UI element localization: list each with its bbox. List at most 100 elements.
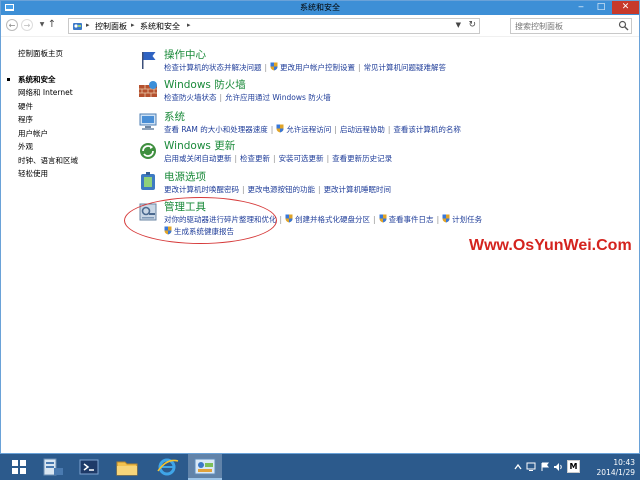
- computer-icon[interactable]: [137, 111, 159, 133]
- task-link[interactable]: 检查更新: [240, 154, 270, 163]
- task-link[interactable]: 检查计算机的状态并解决问题: [164, 63, 262, 72]
- task-link[interactable]: 查看该计算机的名称: [393, 125, 461, 134]
- start-button[interactable]: [2, 454, 36, 480]
- link-divider: |: [326, 154, 330, 163]
- sidebar-item-system-security[interactable]: 系统和安全: [7, 73, 123, 87]
- link-divider: |: [270, 125, 274, 134]
- task-link[interactable]: 允许远程访问: [286, 125, 331, 134]
- forward-button[interactable]: →: [21, 19, 33, 31]
- link-divider: |: [264, 63, 268, 72]
- task-link[interactable]: 检查防火墙状态: [164, 93, 217, 102]
- input-method-indicator[interactable]: M: [567, 460, 580, 473]
- breadcrumb-control-panel[interactable]: 控制面板: [95, 21, 127, 32]
- link-divider: |: [387, 125, 391, 134]
- clock[interactable]: 10:43 2014/1/29: [589, 458, 635, 478]
- up-button[interactable]: ↑: [46, 19, 58, 31]
- taskbar-internet-explorer[interactable]: [150, 454, 184, 480]
- breadcrumb-system-security[interactable]: 系统和安全: [140, 21, 180, 32]
- internet-explorer-icon: [157, 458, 179, 476]
- link-divider: |: [436, 215, 440, 224]
- category-links: 检查计算机的状态并解决问题 | 更改用户帐户控制设置 | 常见计算机问题疑难解答: [164, 62, 640, 74]
- control-panel-icon: [73, 23, 82, 30]
- link-divider: |: [273, 154, 276, 163]
- task-link[interactable]: 查看事件日志: [389, 215, 434, 224]
- link-divider: |: [373, 215, 376, 224]
- category-title[interactable]: 系统: [164, 109, 185, 124]
- taskbar: M 10:43 2014/1/29: [0, 454, 640, 480]
- task-link[interactable]: 更改用户帐户控制设置: [280, 63, 355, 72]
- task-link[interactable]: 安装可选更新: [279, 154, 324, 163]
- taskbar-control-panel[interactable]: [188, 454, 222, 480]
- link-divider: |: [358, 63, 361, 72]
- task-link[interactable]: 查看更新历史记录: [332, 154, 392, 163]
- show-hidden-icons-icon[interactable]: [513, 462, 523, 472]
- network-icon[interactable]: [526, 462, 536, 472]
- task-link[interactable]: 创建并格式化硬盘分区: [295, 215, 370, 224]
- sidebar-item-hardware[interactable]: 硬件: [18, 100, 123, 114]
- sidebar-item-network-internet[interactable]: 网络和 Internet: [18, 86, 123, 100]
- sidebar-item-appearance[interactable]: 外观: [18, 140, 123, 154]
- task-link[interactable]: 启动远程协助: [340, 125, 385, 134]
- link-divider: |: [318, 185, 321, 194]
- task-link[interactable]: 启用或关闭自动更新: [164, 154, 232, 163]
- uac-shield-icon: [270, 62, 278, 71]
- highlight-circle: [124, 197, 277, 244]
- sidebar: 控制面板主页 系统和安全 网络和 Internet 硬件 程序 用户帐户 外观 …: [7, 47, 123, 181]
- action-center-flag-icon[interactable]: [540, 462, 550, 472]
- flag-icon[interactable]: [137, 49, 159, 71]
- navigation-bar: ← → ▼ ↑ ▸ 控制面板 ▸ 系统和安全 ▸ ▼ ↻: [1, 15, 639, 37]
- address-bar[interactable]: ▸ 控制面板 ▸ 系统和安全 ▸ ▼ ↻: [68, 18, 480, 34]
- maximize-button[interactable]: □: [591, 1, 611, 14]
- uac-shield-icon: [442, 214, 450, 223]
- link-divider: |: [219, 93, 223, 102]
- link-divider: |: [334, 125, 337, 134]
- refresh-icon[interactable]: ↻: [468, 20, 476, 30]
- category-title[interactable]: Windows 防火墙: [164, 77, 246, 92]
- window-title: 系统和安全: [300, 3, 340, 12]
- link-divider: |: [234, 154, 238, 163]
- task-link[interactable]: 更改计算机睡眠时间: [324, 185, 392, 194]
- update-icon[interactable]: [137, 140, 159, 162]
- uac-shield-icon: [379, 214, 387, 223]
- category-links: 检查防火墙状态 | 允许应用通过 Windows 防火墙: [164, 92, 640, 104]
- title-bar[interactable]: 系统和安全 ‒ □ ✕: [1, 1, 639, 15]
- taskbar-server-manager[interactable]: [36, 454, 70, 480]
- sidebar-item-control-panel-home[interactable]: 控制面板主页: [18, 47, 123, 61]
- sidebar-item-clock-language-region[interactable]: 时钟、语言和区域: [18, 154, 123, 168]
- volume-icon[interactable]: [553, 462, 563, 472]
- task-link[interactable]: 计划任务: [452, 215, 482, 224]
- task-link[interactable]: 更改电源按钮的功能: [248, 185, 316, 194]
- breadcrumb-separator[interactable]: ▸: [187, 21, 191, 29]
- start-icon: [12, 460, 26, 474]
- breadcrumb-separator[interactable]: ▸: [131, 21, 135, 29]
- task-link[interactable]: 常见计算机问题疑难解答: [364, 63, 447, 72]
- power-icon[interactable]: [137, 171, 159, 193]
- control-panel-icon: [194, 458, 216, 475]
- breadcrumb-separator[interactable]: ▸: [86, 21, 90, 29]
- task-link[interactable]: 更改计算机时唤醒密码: [164, 185, 239, 194]
- taskbar-file-explorer[interactable]: [110, 454, 144, 480]
- taskbar-powershell[interactable]: [72, 454, 106, 480]
- explorer-icon: [116, 461, 138, 476]
- category-links: 更改计算机时唤醒密码 | 更改电源按钮的功能 | 更改计算机睡眠时间: [164, 184, 640, 196]
- back-button[interactable]: ←: [6, 19, 18, 31]
- minimize-button[interactable]: ‒: [571, 1, 591, 14]
- firewall-icon[interactable]: [137, 79, 159, 101]
- category-links: 查看 RAM 的大小和处理器速度 | 允许远程访问 | 启动远程协助 | 查看该计算机的名称: [164, 124, 640, 136]
- close-button[interactable]: ✕: [612, 1, 639, 14]
- sidebar-item-programs[interactable]: 程序: [18, 113, 123, 127]
- sidebar-item-user-accounts[interactable]: 用户帐户: [18, 127, 123, 141]
- search-icon[interactable]: [618, 20, 629, 31]
- control-panel-window: 系统和安全 ‒ □ ✕ ← → ▼ ↑ ▸ 控制面板 ▸ 系统和安全 ▸ ▼ ↻…: [0, 0, 640, 454]
- link-divider: |: [242, 185, 245, 194]
- category-title[interactable]: 电源选项: [164, 169, 206, 184]
- sidebar-item-ease-of-access[interactable]: 轻松使用: [18, 167, 123, 181]
- category-title[interactable]: Windows 更新: [164, 138, 235, 153]
- search-input[interactable]: [510, 18, 632, 34]
- link-divider: |: [279, 215, 283, 224]
- uac-shield-icon: [285, 214, 293, 223]
- task-link[interactable]: 查看 RAM 的大小和处理器速度: [164, 125, 268, 134]
- address-dropdown-icon[interactable]: ▼: [456, 21, 461, 29]
- task-link[interactable]: 允许应用通过 Windows 防火墙: [225, 93, 331, 102]
- category-title[interactable]: 操作中心: [164, 47, 206, 62]
